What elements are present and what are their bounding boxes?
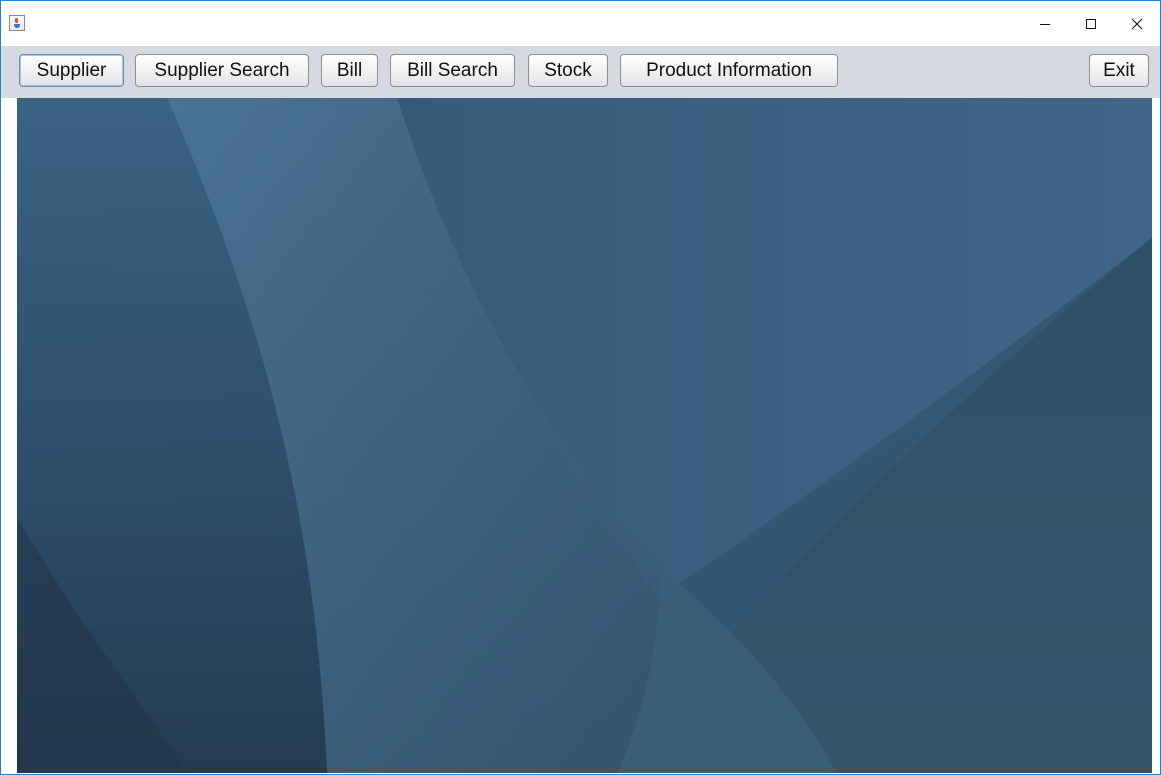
minimize-button[interactable] — [1022, 1, 1068, 46]
background-wallpaper — [17, 98, 1152, 773]
product-information-button[interactable]: Product Information — [620, 54, 838, 87]
toolbar: Supplier Supplier Search Bill Bill Searc… — [1, 46, 1160, 98]
stock-button[interactable]: Stock — [528, 54, 608, 87]
application-window: Supplier Supplier Search Bill Bill Searc… — [0, 0, 1161, 775]
exit-button[interactable]: Exit — [1089, 54, 1149, 87]
bill-search-button[interactable]: Bill Search — [390, 54, 515, 87]
desktop-background — [17, 98, 1152, 773]
window-controls — [1022, 1, 1160, 46]
maximize-button[interactable] — [1068, 1, 1114, 46]
bill-button[interactable]: Bill — [321, 54, 378, 87]
close-button[interactable] — [1114, 1, 1160, 46]
supplier-button[interactable]: Supplier — [19, 54, 124, 87]
close-icon — [1131, 18, 1143, 29]
supplier-search-button[interactable]: Supplier Search — [135, 54, 309, 87]
minimize-icon — [1040, 23, 1050, 25]
java-cup-icon — [9, 15, 25, 31]
title-bar[interactable] — [1, 1, 1160, 46]
maximize-icon — [1086, 18, 1096, 29]
